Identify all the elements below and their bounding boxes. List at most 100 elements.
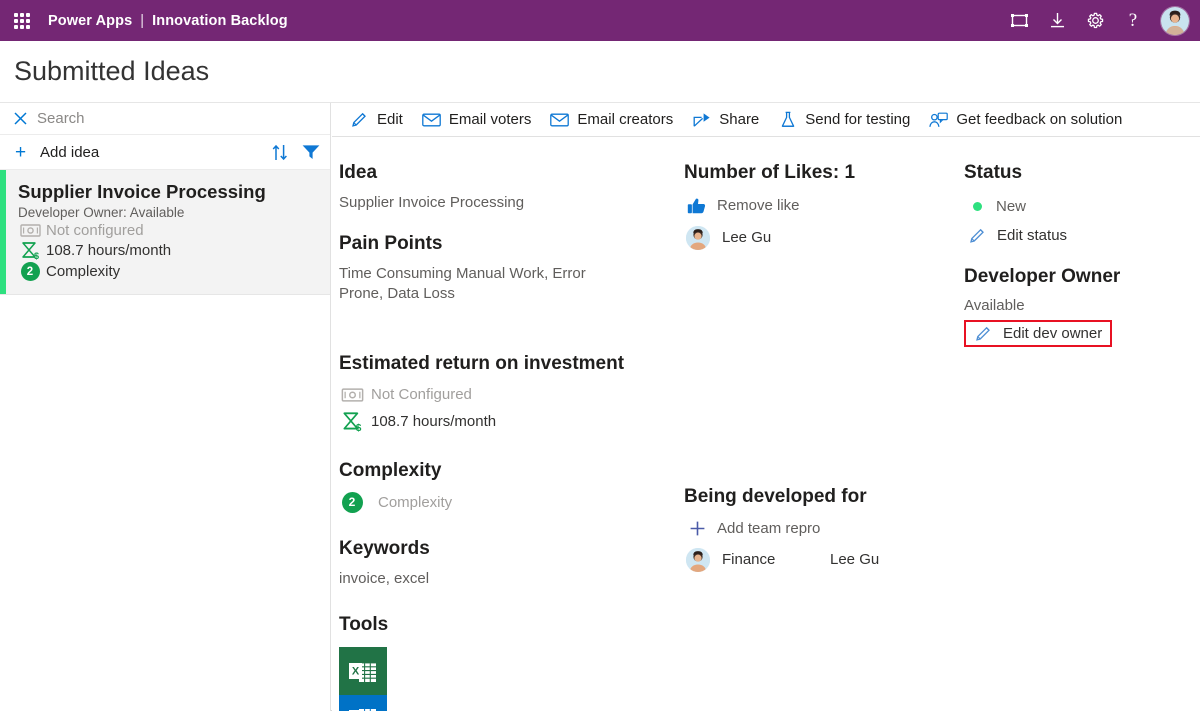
idea-card-roi: Not configured	[18, 222, 318, 239]
plus-icon	[684, 520, 710, 537]
pencil-icon	[970, 325, 996, 342]
team-person: Lee Gu	[830, 551, 880, 568]
avatar[interactable]	[1160, 5, 1190, 36]
help-button[interactable]: ?	[1114, 0, 1152, 41]
idea-value: Supplier Invoice Processing	[339, 193, 525, 211]
remove-like-button[interactable]: Remove like	[684, 197, 962, 215]
idea-card-hours-value: 108.7 hours/month	[46, 242, 172, 260]
app-launcher-button[interactable]	[0, 0, 44, 41]
roi-money-value: Not Configured	[371, 386, 472, 403]
fullscreen-icon	[1010, 14, 1028, 27]
edit-status-label: Edit status	[997, 227, 1068, 244]
close-icon[interactable]	[12, 110, 29, 127]
roi-heading: Estimated return on investment	[339, 353, 625, 375]
brand-separator: |	[140, 12, 145, 29]
edit-button[interactable]: Edit	[340, 103, 412, 137]
page-title: Submitted Ideas	[14, 56, 210, 86]
detail-column-status: Status New Edit status Developer Owner A…	[964, 137, 1194, 347]
list-item[interactable]: Supplier Invoice Processing Developer Ow…	[0, 170, 330, 296]
developed-for-heading: Being developed for	[684, 485, 867, 507]
question-mark-icon: ?	[1128, 10, 1138, 31]
idea-heading: Idea	[339, 162, 378, 183]
flask-icon	[777, 111, 798, 128]
idea-card-hours: $ 108.7 hours/month	[18, 241, 318, 260]
status-value-row: New	[964, 197, 1194, 217]
idea-card-complexity: 2 Complexity	[18, 262, 318, 282]
pain-points-heading: Pain Points	[339, 233, 443, 254]
add-team-repro-label: Add team repro	[717, 519, 821, 537]
suite-bar-actions: ?	[1000, 0, 1200, 41]
tools-list: X O	[339, 646, 684, 711]
idea-card-complexity-label: Complexity	[46, 263, 121, 281]
get-feedback-button[interactable]: Get feedback on solution	[919, 103, 1131, 137]
money-icon	[18, 223, 42, 238]
list-tools	[272, 144, 320, 161]
pencil-icon	[964, 227, 990, 244]
search-placeholder: Search	[37, 110, 85, 127]
app-root: Power Apps | Innovation Backlog ? Submit…	[0, 0, 1200, 711]
thumbs-up-icon	[684, 197, 710, 215]
likes-heading: Number of Likes: 1	[684, 162, 856, 183]
dev-owner-value: Available	[964, 296, 1025, 314]
email-voters-label: Email voters	[448, 111, 532, 128]
outlook-icon: O	[349, 708, 376, 711]
hourglass-money-icon: $	[339, 411, 365, 432]
avatar	[686, 547, 710, 572]
email-creators-button[interactable]: Email creators	[540, 103, 682, 137]
share-label: Share	[719, 111, 760, 128]
share-button[interactable]: Share	[682, 103, 768, 137]
status-dot-icon	[964, 202, 990, 212]
edit-status-button[interactable]: Edit status	[964, 227, 1194, 244]
keywords-value: invoice, excel	[339, 569, 430, 587]
roi-money-row: Not Configured	[339, 386, 684, 403]
brand[interactable]: Power Apps | Innovation Backlog	[48, 13, 288, 29]
person-feedback-icon	[928, 112, 949, 128]
roi-hours-value: 108.7 hours/month	[371, 413, 497, 430]
team-row: Finance Lee Gu	[686, 547, 962, 572]
detail-column-primary: Idea Supplier Invoice Processing Pain Po…	[339, 137, 684, 711]
hourglass-money-icon: $	[18, 241, 42, 260]
complexity-heading: Complexity	[339, 460, 442, 481]
sort-button[interactable]	[272, 144, 288, 161]
filter-button[interactable]	[302, 144, 320, 160]
edit-button-label: Edit	[377, 111, 403, 128]
filter-icon	[302, 145, 320, 159]
outlook-tile[interactable]: O	[339, 694, 387, 711]
excel-tile[interactable]: X	[339, 646, 387, 695]
idea-detail-panel: Edit Email voters Email creators Share S…	[332, 103, 1200, 711]
search-input[interactable]: Search	[0, 103, 330, 135]
waffle-icon	[14, 12, 30, 29]
pain-points-value: Time Consuming Manual Work, Error Prone,…	[339, 264, 586, 302]
user-avatar-icon	[1161, 6, 1189, 35]
complexity-value: 2	[20, 262, 40, 282]
svg-text:X: X	[352, 665, 360, 677]
fullscreen-button[interactable]	[1000, 0, 1038, 41]
pencil-icon	[349, 111, 370, 128]
email-voters-button[interactable]: Email voters	[412, 103, 541, 137]
plus-icon: +	[14, 141, 27, 163]
edit-dev-owner-button[interactable]: Edit dev owner	[970, 325, 1102, 342]
detail-column-likes: Number of Likes: 1 Remove like Lee Gu Be…	[684, 137, 962, 572]
roi-hours-row: $ 108.7 hours/month	[339, 411, 684, 432]
sort-icon	[272, 144, 287, 160]
idea-card-title: Supplier Invoice Processing	[18, 181, 266, 202]
settings-button[interactable]	[1076, 0, 1114, 41]
excel-icon: X	[349, 659, 376, 682]
gear-icon	[1087, 12, 1103, 29]
dev-owner-heading: Developer Owner	[964, 266, 1121, 287]
edit-dev-owner-label: Edit dev owner	[1003, 325, 1103, 342]
send-for-testing-button[interactable]: Send for testing	[768, 103, 919, 137]
send-for-testing-label: Send for testing	[805, 111, 911, 128]
complexity-label: Complexity	[378, 493, 453, 511]
user-avatar-icon	[686, 225, 710, 250]
share-icon	[691, 112, 712, 128]
add-idea-button[interactable]: Add idea	[40, 144, 99, 161]
add-team-repro-button[interactable]: Add team repro	[684, 520, 962, 537]
ideas-list-panel: Search + Add idea Supplier Invoice Proce…	[0, 103, 331, 711]
download-button[interactable]	[1038, 0, 1076, 41]
list-command-row: + Add idea	[0, 135, 330, 170]
user-avatar-icon	[686, 547, 710, 572]
status-badge: New	[996, 197, 1027, 215]
complexity-value: 2	[341, 491, 363, 513]
suite-bar: Power Apps | Innovation Backlog ?	[0, 0, 1200, 41]
